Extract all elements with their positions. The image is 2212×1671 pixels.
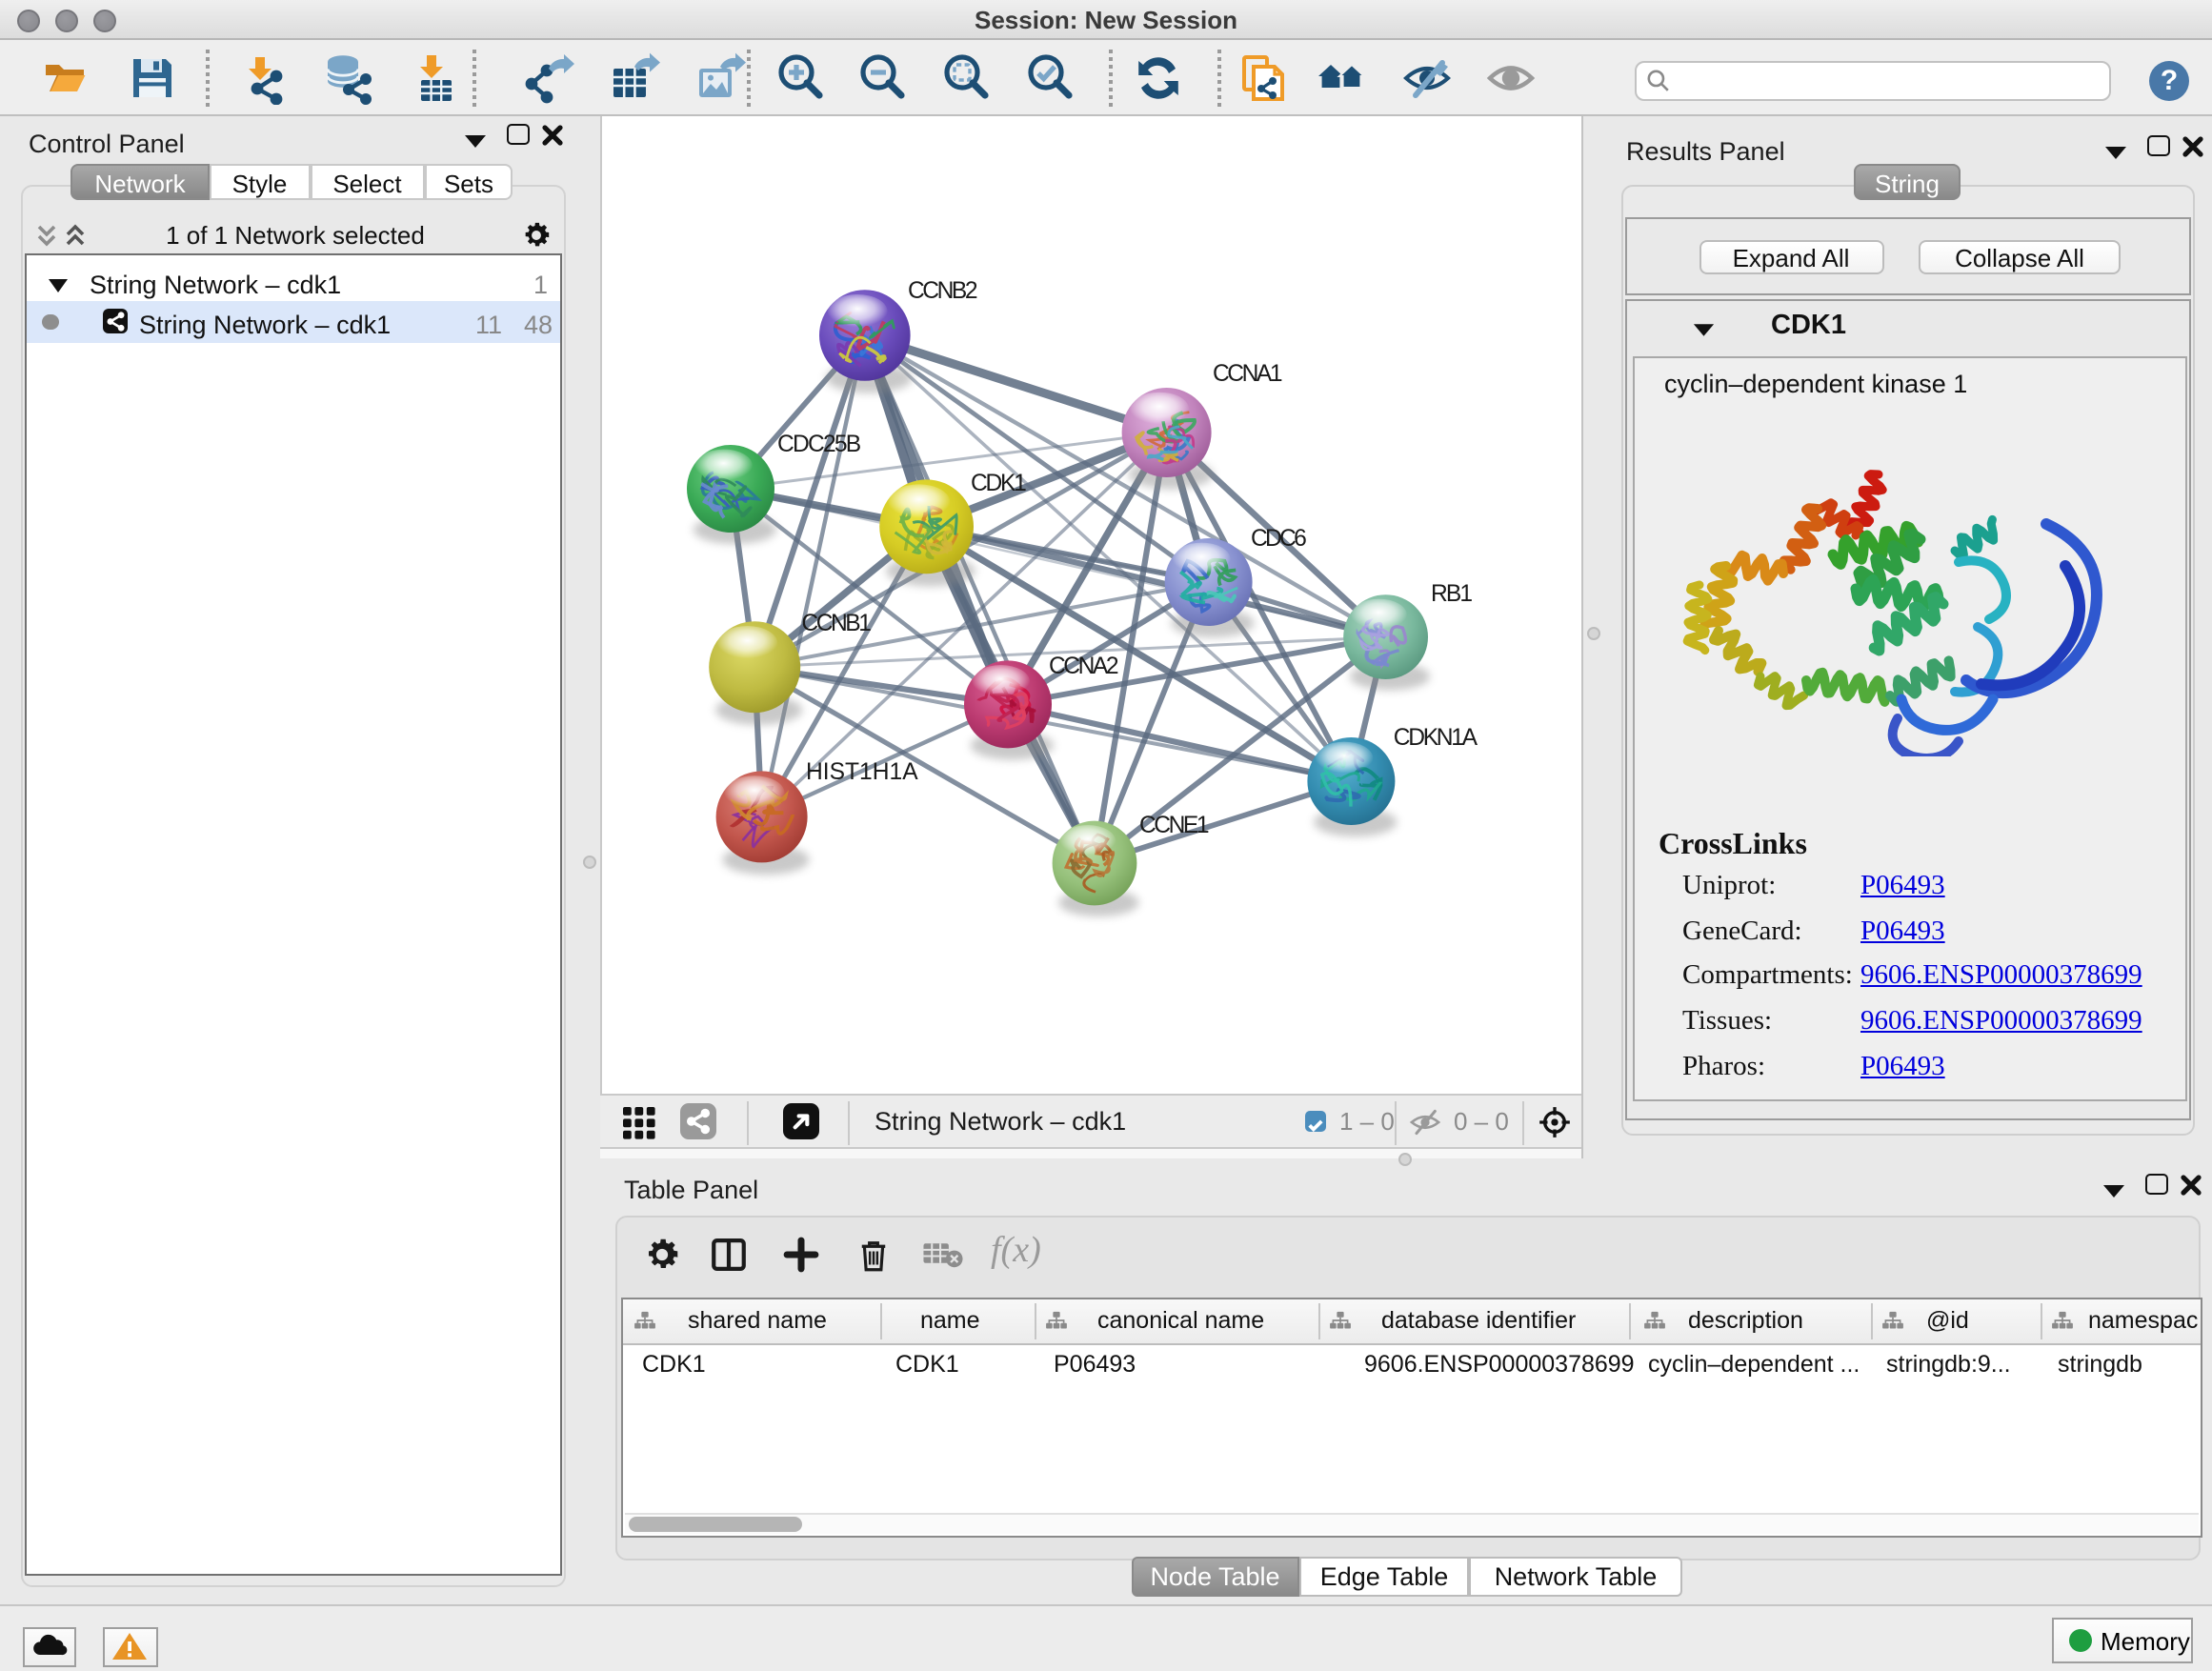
svg-text:HIST1H1A: HIST1H1A	[806, 759, 918, 785]
svg-text:CDKN1A: CDKN1A	[1394, 725, 1478, 751]
svg-text:CCNA1: CCNA1	[1213, 361, 1283, 387]
svg-text:CCNB1: CCNB1	[801, 611, 872, 636]
svg-text:RB1: RB1	[1431, 581, 1473, 607]
svg-text:CDK1: CDK1	[971, 471, 1027, 496]
svg-text:CCNE1: CCNE1	[1139, 813, 1210, 838]
svg-text:CDC25B: CDC25B	[777, 432, 861, 457]
svg-text:CCNA2: CCNA2	[1049, 654, 1119, 679]
svg-text:CCNB2: CCNB2	[908, 278, 978, 304]
svg-text:CDC6: CDC6	[1251, 526, 1307, 552]
